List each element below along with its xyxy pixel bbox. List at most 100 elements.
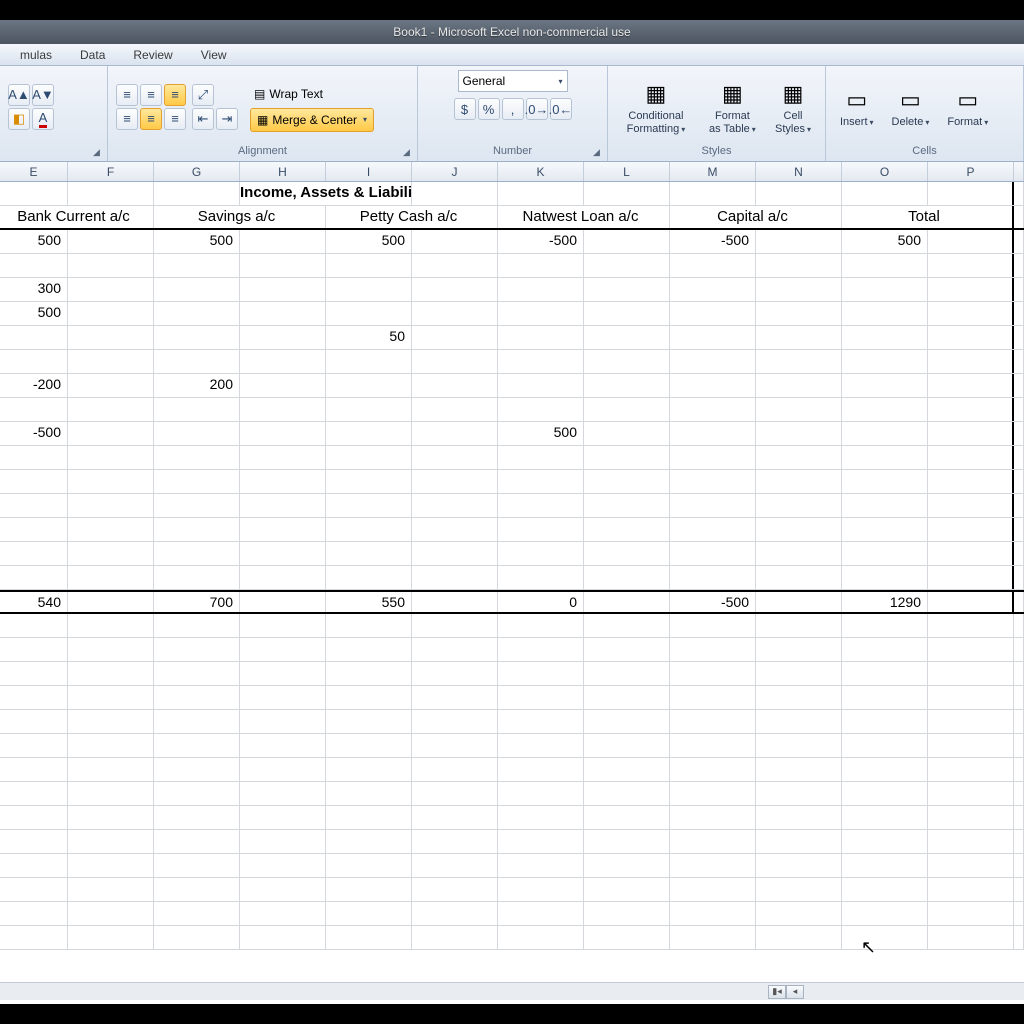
cell[interactable] (584, 470, 670, 493)
cell[interactable] (756, 446, 842, 469)
cell[interactable] (928, 254, 1014, 277)
cell[interactable] (928, 278, 1014, 301)
cell[interactable] (68, 182, 154, 205)
cell[interactable] (412, 398, 498, 421)
cell[interactable] (756, 734, 842, 757)
cell[interactable] (240, 254, 326, 277)
cell[interactable] (498, 326, 584, 349)
cell[interactable] (240, 326, 326, 349)
cell[interactable] (0, 710, 68, 733)
cell[interactable] (498, 878, 584, 901)
cell[interactable] (670, 662, 756, 685)
cell[interactable] (498, 638, 584, 661)
cell[interactable] (240, 350, 326, 373)
cell[interactable] (412, 422, 498, 445)
cell[interactable] (928, 830, 1014, 853)
cell[interactable] (326, 902, 412, 925)
cell[interactable] (756, 542, 842, 565)
orientation-icon[interactable]: ⤢ (192, 84, 214, 106)
cell[interactable] (68, 230, 154, 253)
cell[interactable] (154, 470, 240, 493)
cell[interactable] (842, 470, 928, 493)
cell[interactable] (670, 302, 756, 325)
cell[interactable] (240, 686, 326, 709)
cell[interactable] (498, 686, 584, 709)
cell[interactable] (1014, 350, 1024, 373)
cell[interactable] (584, 662, 670, 685)
cell[interactable] (412, 446, 498, 469)
cell[interactable] (1014, 662, 1024, 685)
align-center-icon[interactable]: ≡ (140, 108, 162, 130)
cell[interactable]: 550 (326, 592, 412, 612)
conditional-formatting-button[interactable]: ▦ Conditional Formatting▾ (616, 76, 696, 136)
cell[interactable] (670, 638, 756, 661)
cell[interactable] (154, 398, 240, 421)
cell[interactable] (412, 902, 498, 925)
scroll-start-icon[interactable]: ▮◂ (768, 985, 786, 999)
cell[interactable] (842, 542, 928, 565)
cell[interactable] (240, 758, 326, 781)
cell[interactable] (240, 494, 326, 517)
cell[interactable] (240, 878, 326, 901)
format-button[interactable]: ▭ Format▾ (941, 82, 994, 130)
cell[interactable] (240, 806, 326, 829)
cell[interactable] (756, 494, 842, 517)
cell[interactable] (1014, 686, 1024, 709)
cell[interactable] (928, 710, 1014, 733)
cell[interactable] (326, 278, 412, 301)
cell[interactable] (68, 926, 154, 949)
decrease-indent-icon[interactable]: ⇤ (192, 108, 214, 130)
cell[interactable] (584, 566, 670, 589)
cell[interactable] (1014, 542, 1024, 565)
cell[interactable] (326, 926, 412, 949)
cell[interactable] (326, 758, 412, 781)
cell[interactable] (326, 878, 412, 901)
cell[interactable] (240, 422, 326, 445)
cell[interactable] (68, 734, 154, 757)
cell[interactable] (584, 854, 670, 877)
cell[interactable] (0, 686, 68, 709)
cell[interactable] (154, 662, 240, 685)
cell[interactable] (154, 278, 240, 301)
cell[interactable] (326, 422, 412, 445)
cell[interactable] (154, 926, 240, 949)
cell[interactable] (240, 830, 326, 853)
cell[interactable] (756, 902, 842, 925)
cell[interactable] (842, 374, 928, 397)
cell[interactable] (928, 494, 1014, 517)
cell[interactable] (670, 278, 756, 301)
cell[interactable] (584, 374, 670, 397)
cell[interactable] (0, 758, 68, 781)
cell[interactable] (1014, 326, 1024, 349)
horizontal-scrollbar[interactable]: ▮◂ ◂ (0, 982, 1024, 1000)
cell[interactable] (670, 470, 756, 493)
cell[interactable] (928, 470, 1014, 493)
cell[interactable] (68, 854, 154, 877)
cell[interactable] (0, 398, 68, 421)
cell[interactable] (240, 446, 326, 469)
cell[interactable] (670, 806, 756, 829)
alignment-dialog-launcher-icon[interactable]: ◢ (403, 147, 415, 159)
cell[interactable] (670, 830, 756, 853)
cell[interactable] (842, 926, 928, 949)
cell[interactable] (756, 638, 842, 661)
cell[interactable] (928, 542, 1014, 565)
cell[interactable] (584, 398, 670, 421)
cell[interactable] (68, 902, 154, 925)
cell[interactable]: 300 (0, 278, 68, 301)
cell[interactable] (670, 782, 756, 805)
cell[interactable] (584, 230, 670, 253)
cell[interactable] (68, 566, 154, 589)
column-header[interactable]: F (68, 162, 154, 181)
cell[interactable]: -500 (498, 230, 584, 253)
cell[interactable] (928, 734, 1014, 757)
cell[interactable] (0, 878, 68, 901)
cell[interactable] (756, 566, 842, 589)
cell[interactable] (1014, 830, 1024, 853)
cell[interactable] (240, 592, 326, 612)
cell[interactable]: Petty Cash a/c (326, 206, 498, 228)
cell[interactable] (240, 614, 326, 637)
cell[interactable] (842, 254, 928, 277)
cell[interactable] (412, 254, 498, 277)
cell[interactable] (240, 638, 326, 661)
